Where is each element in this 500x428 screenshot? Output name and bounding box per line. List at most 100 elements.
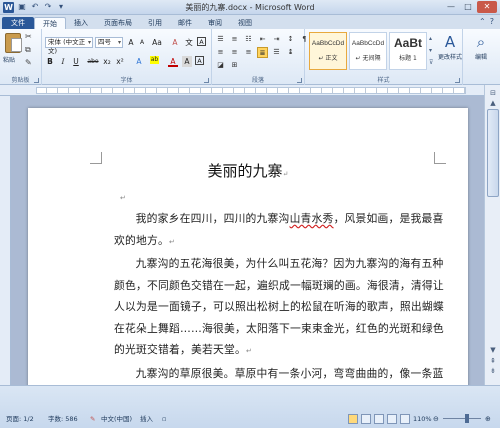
zoom-slider-track[interactable] bbox=[443, 418, 481, 419]
tab-insert[interactable]: 插入 bbox=[66, 17, 96, 29]
increase-indent-icon[interactable]: ⇥ bbox=[271, 34, 282, 45]
minimize-ribbon-icon[interactable]: ⌃ bbox=[479, 17, 486, 26]
bold-button[interactable]: B bbox=[45, 56, 55, 67]
shading-icon[interactable]: ◪ bbox=[215, 60, 226, 71]
document-title-text: 美丽的九寨 bbox=[207, 162, 283, 180]
tab-mailings[interactable]: 邮件 bbox=[170, 17, 200, 29]
font-name-combo[interactable]: 宋体 (中文正文) bbox=[45, 37, 93, 55]
alignment-controls: ≡ ≡ ≡ ≣ ☰ ↨ bbox=[215, 47, 296, 58]
word-count[interactable]: 字数: 586 bbox=[48, 411, 78, 427]
decrease-indent-icon[interactable]: ⇤ bbox=[257, 34, 268, 45]
tab-references[interactable]: 引用 bbox=[140, 17, 170, 29]
document-page[interactable]: 美丽的九寨↵ ↵ 我的家乡在四川，四川的九寨沟山青水秀，风景如画，是我最喜欢的地… bbox=[28, 108, 468, 385]
outline-view-icon[interactable] bbox=[387, 414, 397, 424]
grow-font-icon[interactable]: A bbox=[126, 37, 136, 48]
copy-icon[interactable]: ⧉ bbox=[25, 45, 31, 55]
editing-group: ⌕ 编辑 bbox=[463, 29, 500, 85]
paragraph-3-text: 九寨沟的草原很美。草原中有一条小河，弯弯曲曲的，像一条蓝 bbox=[135, 366, 444, 380]
document-title[interactable]: 美丽的九寨↵ bbox=[28, 160, 468, 181]
tab-home[interactable]: 开始 bbox=[34, 17, 66, 29]
align-right-icon[interactable]: ≡ bbox=[243, 47, 254, 58]
clipboard-dialog-launcher-icon[interactable] bbox=[34, 78, 39, 83]
font-dialog-launcher-icon[interactable] bbox=[204, 78, 209, 83]
distributed-icon[interactable]: ☰ bbox=[271, 47, 282, 58]
proofing-icon[interactable]: ✎ bbox=[90, 411, 95, 427]
tab-view[interactable]: 视图 bbox=[230, 17, 260, 29]
highlight-icon[interactable]: ab bbox=[150, 56, 159, 64]
minimize-button[interactable]: — bbox=[443, 1, 459, 13]
close-button[interactable]: ✕ bbox=[477, 1, 497, 13]
character-border-icon[interactable]: A bbox=[195, 56, 204, 65]
phonetic-guide-icon[interactable]: 文 bbox=[184, 37, 194, 48]
tab-page-layout[interactable]: 页面布局 bbox=[96, 17, 140, 29]
zoom-level[interactable]: 110% bbox=[413, 411, 432, 427]
bullets-icon[interactable]: ☰ bbox=[215, 34, 226, 45]
document-body[interactable]: 我的家乡在四川，四川的九寨沟山青水秀，风景如画，是我最喜欢的地方。↵ 九寨沟的五… bbox=[114, 208, 450, 384]
align-center-icon[interactable]: ≡ bbox=[229, 47, 240, 58]
paste-icon[interactable] bbox=[5, 33, 22, 53]
multilevel-list-icon[interactable]: ☷ bbox=[243, 34, 254, 45]
style-normal[interactable]: AaBbCcDd ↵ 正文 bbox=[309, 32, 347, 70]
zoom-slider-thumb[interactable] bbox=[465, 414, 469, 423]
align-left-icon[interactable]: ≡ bbox=[215, 47, 226, 58]
format-painter-icon[interactable]: ✎ bbox=[25, 58, 32, 67]
shrink-font-icon[interactable]: A bbox=[137, 37, 147, 48]
full-screen-view-icon[interactable] bbox=[361, 414, 371, 424]
paste-button-label[interactable]: 粘贴 bbox=[3, 55, 15, 64]
style-normal-name: ↵ 正文 bbox=[318, 55, 338, 62]
text-effects-icon[interactable]: A bbox=[134, 56, 144, 67]
character-shading-icon[interactable]: A bbox=[182, 56, 192, 67]
style-no-spacing-sample: AaBbCcDd bbox=[351, 40, 385, 47]
italic-button[interactable]: I bbox=[58, 56, 68, 67]
paragraph-dialog-launcher-icon[interactable] bbox=[297, 78, 302, 83]
change-styles-button[interactable]: A 更改样式 bbox=[437, 32, 463, 61]
paragraph-1[interactable]: 我的家乡在四川，四川的九寨沟山青水秀，风景如画，是我最喜欢的地方。↵ bbox=[114, 208, 450, 253]
strikethrough-button[interactable]: abe bbox=[86, 56, 100, 67]
font-size-combo[interactable]: 四号 bbox=[95, 37, 123, 48]
spelling-flagged-phrase[interactable]: 山青水秀 bbox=[290, 212, 334, 225]
zoom-in-icon[interactable]: ⊕ bbox=[485, 411, 491, 427]
enclose-character-icon[interactable]: A bbox=[197, 37, 206, 46]
font-group: 宋体 (中文正文) 四号 A A Aa A 文 A B I U abe x₂ x… bbox=[42, 29, 212, 85]
scroll-down-icon[interactable]: ▼ bbox=[487, 345, 499, 356]
styles-dialog-launcher-icon[interactable] bbox=[455, 78, 460, 83]
font-color-icon[interactable]: A bbox=[168, 56, 178, 67]
macro-recording-icon[interactable]: ▫ bbox=[162, 411, 166, 427]
underline-button[interactable]: U bbox=[71, 56, 81, 67]
editing-button[interactable]: ⌕ 编辑 bbox=[466, 32, 496, 61]
maximize-button[interactable]: □ bbox=[460, 1, 476, 13]
help-icon[interactable]: ? bbox=[490, 17, 494, 26]
sort-icon[interactable]: ↕ bbox=[285, 34, 296, 45]
vertical-scrollbar[interactable]: ⊟ ▲ ▼ ⇞ ⇟ bbox=[484, 85, 500, 385]
clear-formatting-icon[interactable]: A bbox=[170, 37, 180, 48]
scroll-up-icon[interactable]: ▲ bbox=[487, 98, 499, 109]
superscript-button[interactable]: x² bbox=[115, 56, 125, 67]
ribbon-tabs: 文件 开始 插入 页面布局 引用 邮件 审阅 视图 ⌃ ? bbox=[0, 15, 500, 29]
tab-file[interactable]: 文件 bbox=[2, 17, 34, 29]
change-case-icon[interactable]: Aa bbox=[152, 37, 162, 48]
borders-icon[interactable]: ⊞ bbox=[229, 60, 240, 71]
insert-mode-indicator[interactable]: 插入 bbox=[140, 411, 153, 427]
zoom-out-icon[interactable]: ⊖ bbox=[433, 411, 439, 427]
language-indicator[interactable]: 中文(中国) bbox=[101, 411, 132, 427]
styles-gallery-scroll[interactable]: ▴ ▾ ⊽ bbox=[429, 33, 433, 69]
line-spacing-icon[interactable]: ↨ bbox=[285, 47, 296, 58]
page-count[interactable]: 页面: 1/2 bbox=[6, 411, 34, 427]
paragraph-2[interactable]: 九寨沟的五花海很美，为什么叫五花海？因为九寨沟的海有五种颜色，不同颜色交错在一起… bbox=[114, 253, 450, 363]
web-layout-view-icon[interactable] bbox=[374, 414, 384, 424]
tab-review[interactable]: 审阅 bbox=[200, 17, 230, 29]
horizontal-ruler[interactable] bbox=[0, 85, 500, 96]
cut-icon[interactable]: ✂ bbox=[25, 32, 32, 41]
draft-view-icon[interactable] bbox=[400, 414, 410, 424]
print-layout-view-icon[interactable] bbox=[348, 414, 358, 424]
paragraph-3[interactable]: 九寨沟的草原很美。草原中有一条小河，弯弯曲曲的，像一条蓝 bbox=[114, 363, 450, 385]
style-heading-1[interactable]: AaBt 标题 1 bbox=[389, 32, 427, 70]
document-canvas: 美丽的九寨↵ ↵ 我的家乡在四川，四川的九寨沟山青水秀，风景如画，是我最喜欢的地… bbox=[11, 96, 484, 385]
justify-icon[interactable]: ≣ bbox=[257, 47, 268, 58]
vertical-ruler[interactable] bbox=[0, 96, 11, 385]
scroll-thumb[interactable] bbox=[487, 109, 499, 197]
subscript-button[interactable]: x₂ bbox=[102, 56, 112, 67]
numbering-icon[interactable]: ≡ bbox=[229, 34, 240, 45]
style-no-spacing[interactable]: AaBbCcDd ↵ 无间隔 bbox=[349, 32, 387, 70]
next-page-icon[interactable]: ⇟ bbox=[487, 366, 499, 377]
